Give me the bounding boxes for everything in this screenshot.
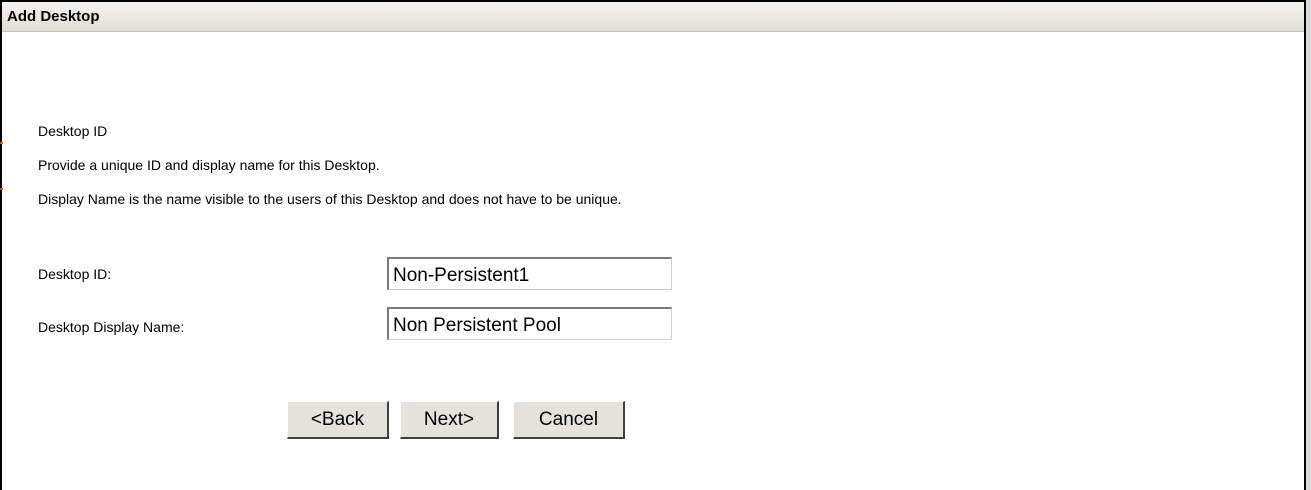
edge-marker [0, 188, 3, 190]
panel-title: Add Desktop [7, 8, 100, 25]
panel-title-bar: Add Desktop [2, 2, 1304, 32]
display-name-label: Desktop Display Name: [38, 319, 185, 335]
section-heading: Desktop ID [38, 123, 108, 139]
window-edge [1306, 0, 1311, 490]
display-name-input[interactable] [387, 307, 672, 340]
desktop-id-input[interactable] [387, 257, 672, 290]
back-button[interactable]: <Back [287, 401, 389, 439]
edge-marker [0, 142, 3, 144]
desktop-id-label: Desktop ID: [38, 266, 112, 282]
instruction-line-1: Provide a unique ID and display name for… [38, 157, 380, 173]
cancel-button[interactable]: Cancel [513, 401, 625, 439]
add-desktop-panel: Add Desktop Desktop ID Provide a unique … [0, 0, 1306, 490]
next-button[interactable]: Next> [400, 401, 499, 439]
instruction-line-2: Display Name is the name visible to the … [38, 191, 622, 207]
